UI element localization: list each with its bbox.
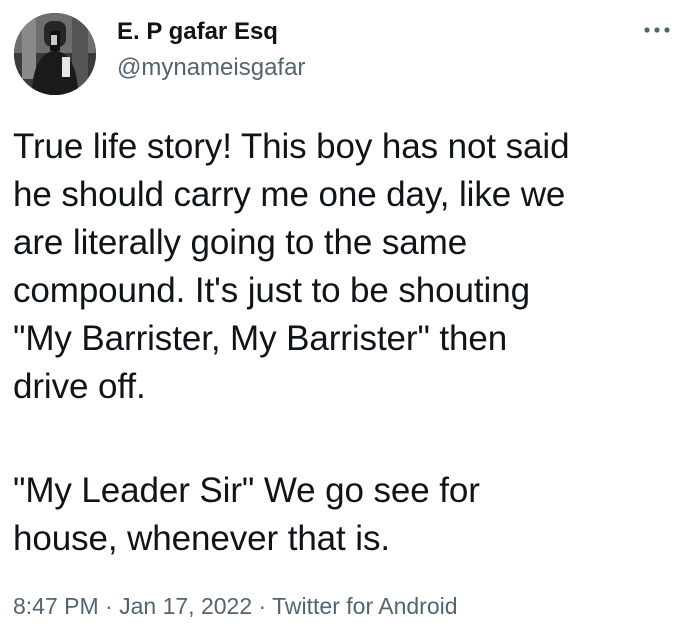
tweet-time[interactable]: 8:47 PM (13, 593, 99, 619)
profile-photo-icon (14, 13, 96, 95)
more-options-button[interactable] (640, 18, 674, 42)
meta-separator: · (252, 593, 273, 619)
tweet-text-paragraph-1: True life story! This boy has not said h… (13, 127, 570, 406)
tweet-card: E. P gafar Esq @mynameisgafar True life … (0, 0, 697, 630)
tweet-text-paragraph-2: "My Leader Sir" We go see for house, whe… (13, 471, 480, 558)
avatar[interactable] (14, 13, 96, 95)
tweet-meta: 8:47 PM · Jan 17, 2022 · Twitter for And… (13, 591, 458, 621)
more-horizontal-icon (644, 27, 670, 33)
display-name[interactable]: E. P gafar Esq (117, 17, 278, 47)
tweet-date[interactable]: Jan 17, 2022 (119, 593, 252, 619)
tweet-source[interactable]: Twitter for Android (272, 593, 457, 619)
meta-separator: · (98, 593, 120, 619)
user-handle[interactable]: @mynameisgafar (117, 53, 305, 83)
